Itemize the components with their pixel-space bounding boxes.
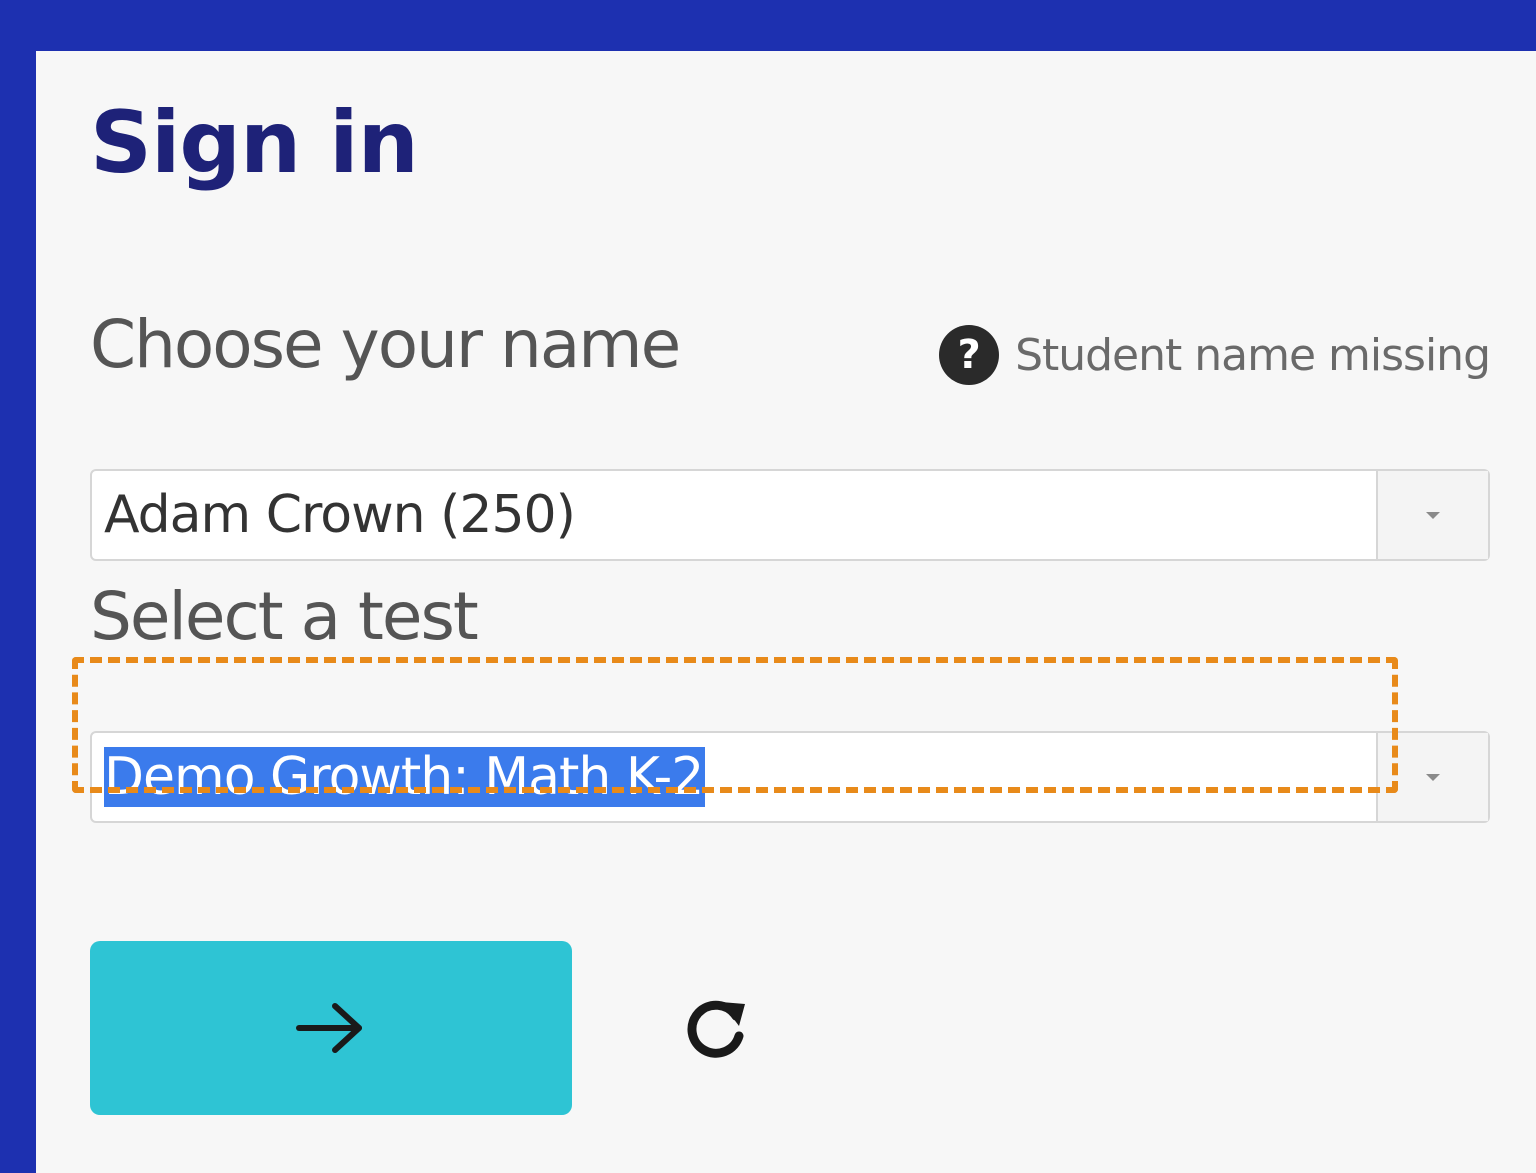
test-select[interactable]: Demo Growth: Math K-2 — [90, 731, 1490, 823]
arrow-right-icon — [296, 1003, 362, 1053]
test-dropdown-toggle[interactable] — [1376, 733, 1488, 821]
student-name-select[interactable]: Adam Crown (250) — [90, 469, 1490, 561]
chevron-down-icon — [1426, 511, 1440, 519]
page-title: Sign in — [90, 93, 419, 193]
refresh-icon — [687, 1000, 745, 1058]
sign-in-panel: Sign in Choose your name ? Student name … — [36, 51, 1536, 1173]
test-select-input[interactable]: Demo Growth: Math K-2 — [92, 733, 1382, 821]
choose-name-label: Choose your name — [90, 306, 681, 383]
select-test-label: Select a test — [90, 578, 479, 655]
chevron-down-icon — [1426, 773, 1440, 781]
next-button[interactable] — [90, 941, 572, 1115]
test-select-value: Demo Growth: Math K-2 — [104, 747, 706, 807]
question-circle-icon: ? — [939, 325, 1000, 385]
refresh-button[interactable] — [676, 989, 756, 1069]
student-name-missing-link[interactable]: ? Student name missing — [939, 325, 1491, 385]
student-name-dropdown-toggle[interactable] — [1376, 471, 1488, 559]
student-name-value: Adam Crown (250) — [104, 485, 576, 545]
student-name-missing-text: Student name missing — [1015, 329, 1491, 381]
